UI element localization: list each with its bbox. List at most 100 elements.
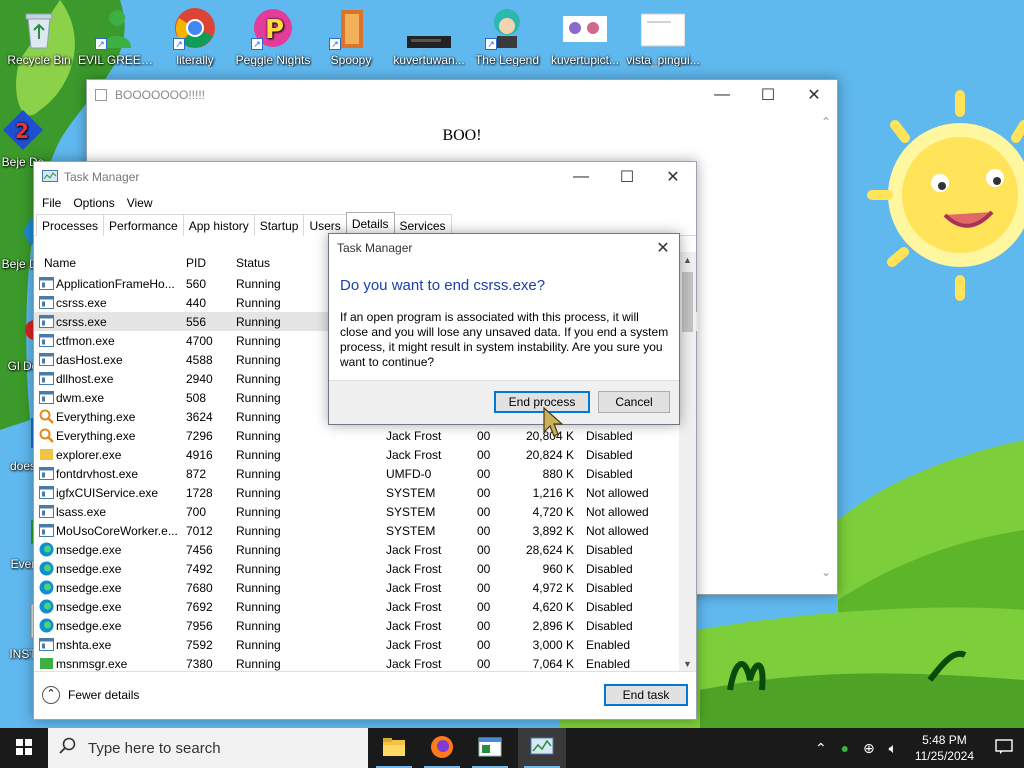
menu-file[interactable]: File [36,196,67,210]
literally-desktop-icon[interactable]: ↗ literally [156,6,234,67]
bejeweled-desktop-icon[interactable]: 2 Beje De [0,108,62,169]
process-status: Running [236,372,281,386]
table-row[interactable]: msedge.exe 7680 Running Jack Frost 00 4,972 K… [34,578,698,597]
taskbar-file-explorer[interactable] [370,728,418,768]
vista-pingui-desktop-icon[interactable]: vista_pingui... [624,6,702,67]
process-status: Running [236,391,281,405]
table-row[interactable]: MoUsoCoreWorker.e... 7012 Running SYSTEM 00 3… [34,521,698,540]
scroll-up-icon[interactable]: ⌃ [815,110,837,134]
table-row[interactable]: msedge.exe 7456 Running Jack Frost 00 28,624 … [34,540,698,559]
dialog-titlebar[interactable]: Task Manager ✕ [329,234,679,262]
chevron-up-icon: ⌃ [42,686,60,704]
process-name: msedge.exe [56,619,122,633]
process-user: UMFD-0 [386,467,432,481]
table-row[interactable]: msedge.exe 7956 Running Jack Frost 00 2,896 K… [34,616,698,635]
network-globe-icon[interactable]: ⊕ [857,740,881,757]
windows-logo-icon [16,738,32,758]
process-uac-virtualization: Disabled [586,581,633,595]
scroll-up-icon[interactable]: ▲ [679,252,696,268]
peggle-nights-desktop-icon[interactable]: P ↗ Peggle Nights [234,6,312,67]
task-manager-titlebar[interactable]: Task Manager — ☐ ✕ [34,162,696,192]
image-thumbnail-icon [407,6,451,50]
scroll-down-icon[interactable]: ▼ [679,656,696,672]
process-cpu: 00 [477,562,491,576]
notification-center-icon[interactable] [984,738,1024,758]
table-row[interactable]: msnmsgr.exe 7380 Running Jack Frost 00 7,064 … [34,654,698,672]
search-icon [48,737,88,760]
process-status: Running [236,524,281,538]
menu-options[interactable]: Options [67,196,120,210]
process-pid: 4916 [186,448,213,462]
cancel-button[interactable]: Cancel [598,391,670,413]
kuvertupict-desktop-icon[interactable]: kuvertupict... [546,6,624,67]
process-icon [39,409,54,424]
clock-date: 11/25/2024 [914,749,974,763]
column-header-name[interactable]: Name [44,256,76,270]
end-task-button[interactable]: End task [604,684,688,706]
evil-green-men-go-desktop-icon[interactable]: ↗ EVIL GREEN MEN GO [78,6,156,67]
taskbar-firefox[interactable] [418,728,466,768]
tab-processes[interactable]: Processes [36,214,105,236]
spoopy-icon: ↗ [329,6,373,50]
taskbar-task-manager[interactable] [518,728,566,768]
end-process-dialog[interactable]: Task Manager ✕ Do you want to end csrss.… [328,233,680,425]
process-icon [39,618,54,633]
table-row[interactable]: msedge.exe 7692 Running Jack Frost 00 4,620 K… [34,597,698,616]
maximize-button[interactable]: ☐ [745,80,791,110]
recycle-bin-desktop-icon[interactable]: Recycle Bin [0,6,78,67]
minimize-button[interactable]: — [699,80,745,110]
spoopy-desktop-icon[interactable]: ↗ Spoopy [312,6,390,67]
the-legend-desktop-icon[interactable]: ↗ The Legend [468,6,546,67]
table-row[interactable]: mshta.exe 7592 Running Jack Frost 00 3,000 K E… [34,635,698,654]
menu-view[interactable]: View [121,196,159,210]
shortcut-arrow-icon: ↗ [251,38,263,50]
process-icon [39,523,54,538]
table-row[interactable]: fontdrvhost.exe 872 Running UMFD-0 00 880 K Di… [34,464,698,483]
close-button[interactable]: ✕ [791,80,837,110]
taskbar: Type here to search ⌃ ● ⊕ 🔈︎ 5:48 PM 11/… [0,728,1024,768]
process-name: MoUsoCoreWorker.e... [56,524,178,538]
process-memory: 28,624 K [525,543,574,557]
process-name: csrss.exe [56,296,107,310]
maximize-button[interactable]: ☐ [604,162,650,192]
menu-bar: File Options View [34,192,696,214]
taskbar-app-window[interactable] [466,728,514,768]
process-icon [39,333,54,348]
table-row[interactable]: Everything.exe 7296 Running Jack Frost 00 20,… [34,426,698,445]
chevron-up-icon[interactable]: ⌃ [809,740,833,757]
table-row[interactable]: igfxCUIService.exe 1728 Running SYSTEM 00 1,2… [34,483,698,502]
process-uac-virtualization: Disabled [586,562,633,576]
process-name: dwm.exe [56,391,105,405]
column-header-pid[interactable]: PID [186,256,206,270]
search-placeholder: Type here to search [88,739,221,757]
boo-window-titlebar[interactable]: BOOOOOOO!!!!! — ☐ ✕ [87,80,837,110]
taskbar-clock[interactable]: 5:48 PM 11/25/2024 [905,732,984,764]
fewer-details-toggle[interactable]: ⌃ Fewer details [42,686,139,704]
tab-performance[interactable]: Performance [103,214,184,236]
close-button[interactable]: ✕ [647,234,679,262]
taskbar-search-box[interactable]: Type here to search [48,728,368,768]
bejeweled-icon: 2 [1,108,45,152]
start-button[interactable] [0,728,48,768]
minimize-button[interactable]: — [558,162,604,192]
scroll-down-icon[interactable]: ⌄ [815,560,837,584]
scrollbar-thumb[interactable] [682,272,693,332]
table-row[interactable]: explorer.exe 4916 Running Jack Frost 00 20,82… [34,445,698,464]
process-cpu: 00 [477,619,491,633]
tab-startup[interactable]: Startup [253,214,305,236]
process-table-scrollbar[interactable]: ▲ ▼ [679,252,696,672]
process-icon [39,314,54,329]
column-header-status[interactable]: Status [236,256,270,270]
boo-scrollbar[interactable]: ⌃ ⌄ [815,110,837,594]
table-row[interactable]: msedge.exe 7492 Running Jack Frost 00 960 K Di… [34,559,698,578]
kuvertuwan-desktop-icon[interactable]: kuvertuwan... [390,6,468,67]
process-uac-virtualization: Not allowed [586,505,649,519]
process-cpu: 00 [477,600,491,614]
messenger-tray-icon[interactable]: ● [833,740,857,756]
table-row[interactable]: lsass.exe 700 Running SYSTEM 00 4,720 K Not al… [34,502,698,521]
process-pid: 7492 [186,562,213,576]
tab-app-history[interactable]: App history [182,214,255,236]
dialog-question: Do you want to end csrss.exe? [340,277,546,294]
volume-icon[interactable]: 🔈︎ [881,740,905,757]
close-button[interactable]: ✕ [650,162,696,192]
